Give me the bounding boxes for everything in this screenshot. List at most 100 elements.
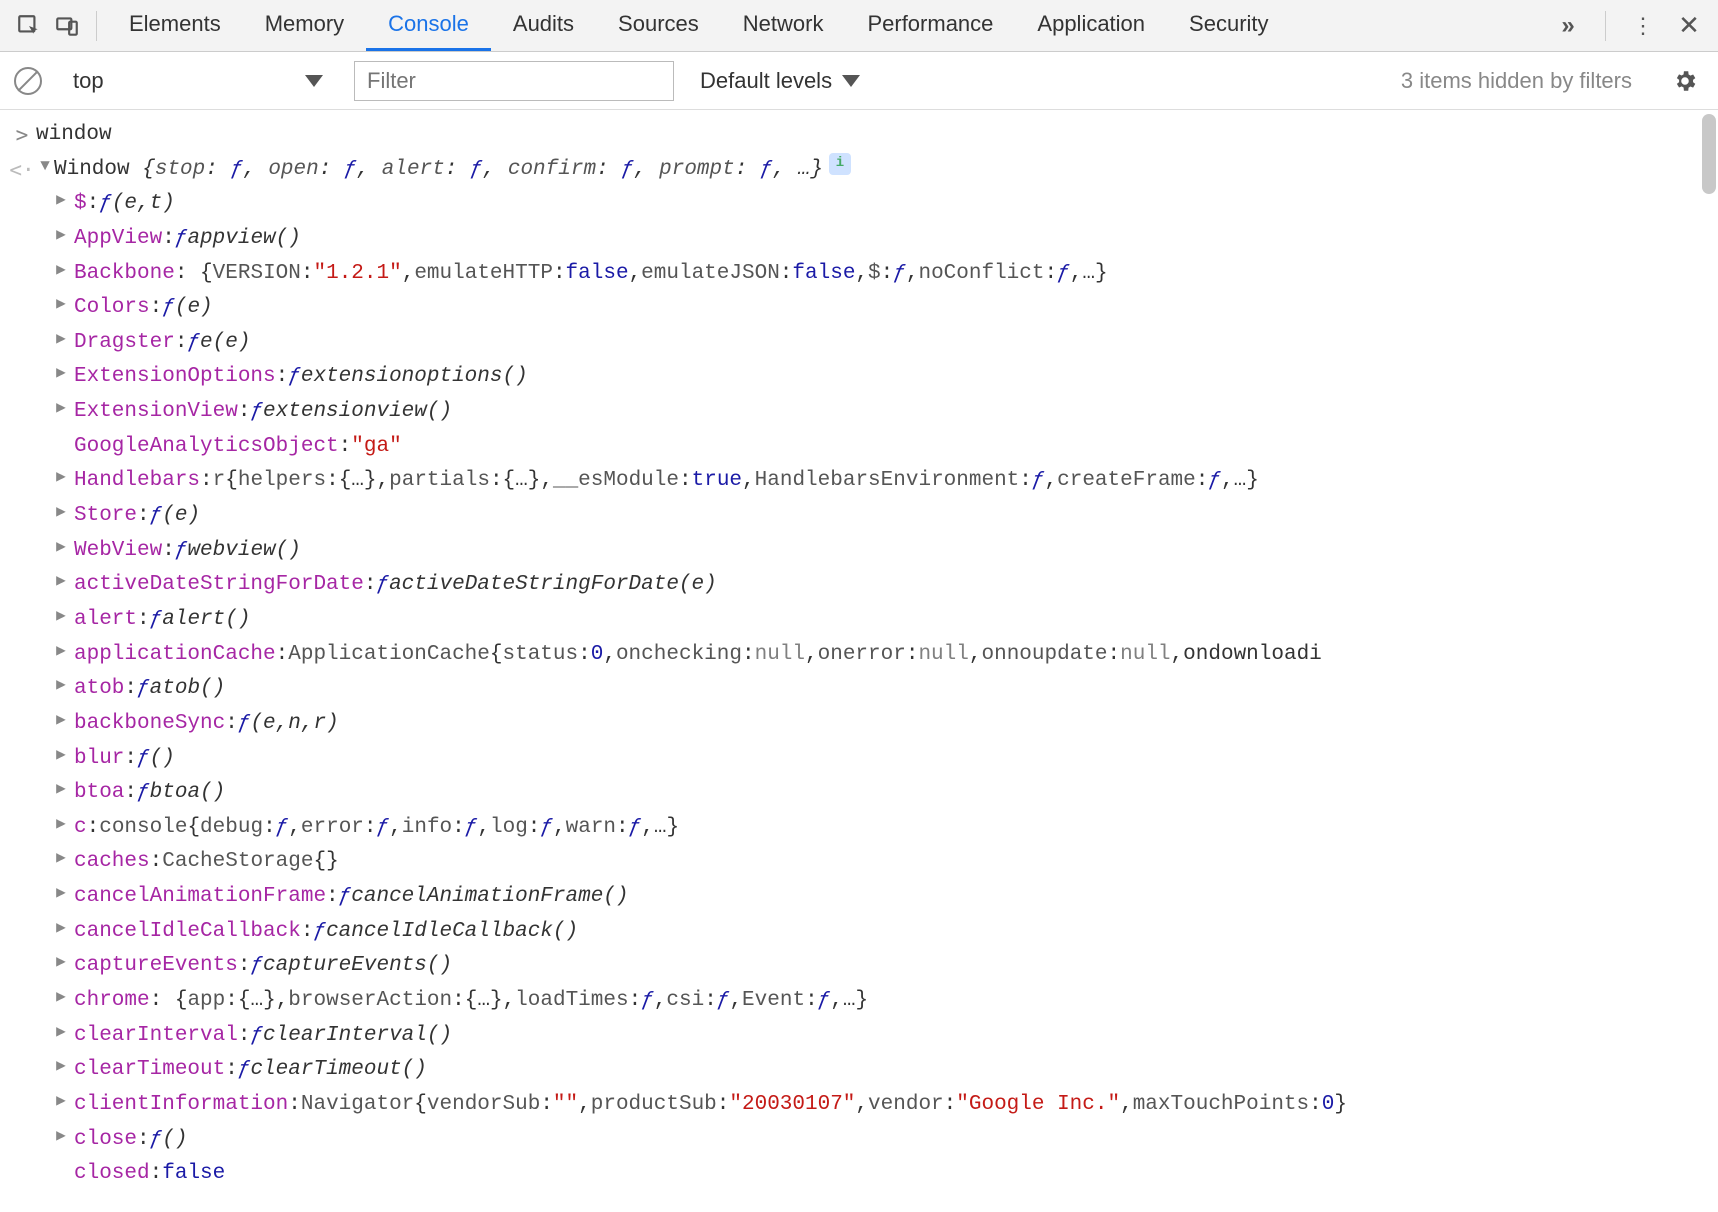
- tab-application[interactable]: Application: [1015, 0, 1167, 51]
- devtools-tabs-bar: ElementsMemoryConsoleAuditsSourcesNetwor…: [0, 0, 1718, 52]
- expand-toggle-icon[interactable]: ▼: [36, 153, 54, 179]
- expand-toggle-icon[interactable]: ▶: [52, 464, 70, 490]
- chevron-down-icon: [842, 75, 860, 87]
- property-name: AppView: [74, 222, 162, 257]
- property-name: Backbone: [74, 257, 175, 292]
- expand-toggle-icon[interactable]: ▶: [52, 707, 70, 733]
- console-output-root[interactable]: <· ▼ Window {stop: ƒ, open: ƒ, alert: ƒ,…: [0, 153, 1718, 188]
- property-row[interactable]: ▶btoa: ƒ btoa(): [52, 776, 1718, 811]
- panel-tabs: ElementsMemoryConsoleAuditsSourcesNetwor…: [107, 0, 1291, 51]
- expand-toggle-icon[interactable]: ▶: [52, 568, 70, 594]
- tab-network[interactable]: Network: [721, 0, 846, 51]
- property-name: $: [74, 187, 87, 222]
- console-input-line[interactable]: > window: [0, 118, 1718, 153]
- property-row[interactable]: ▶$: ƒ (e,t): [52, 187, 1718, 222]
- inspect-element-icon[interactable]: [10, 7, 48, 45]
- log-levels-select[interactable]: Default levels: [690, 62, 870, 100]
- expand-toggle-icon[interactable]: ▶: [52, 672, 70, 698]
- expand-toggle-icon[interactable]: ▶: [52, 811, 70, 837]
- property-row[interactable]: ▶close: ƒ (): [52, 1123, 1718, 1158]
- property-row[interactable]: ▶cancelIdleCallback: ƒ cancelIdleCallbac…: [52, 915, 1718, 950]
- property-row[interactable]: ▶clearInterval: ƒ clearInterval(): [52, 1019, 1718, 1054]
- property-row[interactable]: ▶WebView: ƒ webview(): [52, 534, 1718, 569]
- scrollbar[interactable]: [1700, 110, 1718, 1212]
- expand-toggle-icon[interactable]: ▶: [52, 1019, 70, 1045]
- execution-context-select[interactable]: top: [58, 61, 338, 101]
- expand-toggle-icon[interactable]: ▶: [52, 395, 70, 421]
- tab-performance[interactable]: Performance: [845, 0, 1015, 51]
- tab-console[interactable]: Console: [366, 0, 491, 51]
- expand-toggle-icon[interactable]: ▶: [52, 638, 70, 664]
- property-row[interactable]: ▶clientInformation: Navigator {vendorSub…: [52, 1088, 1718, 1123]
- property-row[interactable]: ▶applicationCache: ApplicationCache {sta…: [52, 638, 1718, 673]
- property-row[interactable]: ▶blur: ƒ (): [52, 742, 1718, 777]
- info-badge-icon[interactable]: i: [829, 153, 851, 175]
- property-row[interactable]: ▶alert: ƒ alert(): [52, 603, 1718, 638]
- close-icon[interactable]: ✕: [1670, 7, 1708, 45]
- console-input-text: window: [36, 118, 112, 153]
- expand-toggle-icon[interactable]: ▶: [52, 984, 70, 1010]
- expand-toggle-icon[interactable]: ▶: [52, 1088, 70, 1114]
- expand-toggle-icon[interactable]: ▶: [52, 187, 70, 213]
- expand-toggle-icon[interactable]: ▶: [52, 1053, 70, 1079]
- property-row[interactable]: ▶Handlebars: r {helpers: {…}, partials: …: [52, 464, 1718, 499]
- property-name: captureEvents: [74, 949, 238, 984]
- console-body[interactable]: > window <· ▼ Window {stop: ƒ, open: ƒ, …: [0, 110, 1718, 1212]
- property-name: Store: [74, 499, 137, 534]
- property-name: c: [74, 811, 87, 846]
- expand-toggle-icon[interactable]: ▶: [52, 326, 70, 352]
- property-name: applicationCache: [74, 638, 276, 673]
- expand-toggle-icon[interactable]: ▶: [52, 776, 70, 802]
- expand-toggle-icon[interactable]: ▶: [52, 360, 70, 386]
- scrollbar-thumb[interactable]: [1702, 114, 1716, 194]
- tab-audits[interactable]: Audits: [491, 0, 596, 51]
- property-row[interactable]: ▶atob: ƒ atob(): [52, 672, 1718, 707]
- property-row[interactable]: ▶c: console {debug: ƒ, error: ƒ, info: ƒ…: [52, 811, 1718, 846]
- expand-toggle-icon[interactable]: ▶: [52, 257, 70, 283]
- kebab-menu-icon[interactable]: ⋮: [1624, 7, 1662, 45]
- tab-security[interactable]: Security: [1167, 0, 1290, 51]
- clear-console-icon[interactable]: [14, 67, 42, 95]
- property-row[interactable]: ▶ExtensionOptions: ƒ extensionoptions(): [52, 360, 1718, 395]
- expand-toggle-icon[interactable]: ▶: [52, 845, 70, 871]
- divider: [96, 11, 97, 41]
- property-row[interactable]: ▶ExtensionView: ƒ extensionview(): [52, 395, 1718, 430]
- device-toggle-icon[interactable]: [48, 7, 86, 45]
- property-row[interactable]: ▶Dragster: ƒ e(e): [52, 326, 1718, 361]
- expand-toggle-icon[interactable]: ▶: [52, 603, 70, 629]
- expand-toggle-icon[interactable]: ▶: [52, 499, 70, 525]
- expand-toggle-icon[interactable]: ▶: [52, 291, 70, 317]
- hidden-items-text: 3 items hidden by filters: [1401, 68, 1632, 94]
- expand-toggle-icon[interactable]: ▶: [52, 949, 70, 975]
- property-row[interactable]: ▶captureEvents: ƒ captureEvents(): [52, 949, 1718, 984]
- expand-toggle-icon[interactable]: ▶: [52, 1123, 70, 1149]
- property-row[interactable]: ▶cancelAnimationFrame: ƒ cancelAnimation…: [52, 880, 1718, 915]
- expand-toggle-icon[interactable]: ▶: [52, 222, 70, 248]
- filter-input[interactable]: [354, 61, 674, 101]
- property-name: activeDateStringForDate: [74, 568, 364, 603]
- property-row[interactable]: ▶activeDateStringForDate: ƒ activeDateSt…: [52, 568, 1718, 603]
- property-row[interactable]: ▶caches: CacheStorage {}: [52, 845, 1718, 880]
- expand-toggle-icon[interactable]: ▶: [52, 880, 70, 906]
- expand-toggle-icon[interactable]: ▶: [52, 742, 70, 768]
- property-row[interactable]: ▶Colors: ƒ (e): [52, 291, 1718, 326]
- tab-elements[interactable]: Elements: [107, 0, 243, 51]
- property-row[interactable]: ▶clearTimeout: ƒ clearTimeout(): [52, 1053, 1718, 1088]
- property-name: btoa: [74, 776, 124, 811]
- property-row[interactable]: GoogleAnalyticsObject: "ga": [52, 430, 1718, 465]
- property-name: clearInterval: [74, 1019, 238, 1054]
- expand-toggle-icon[interactable]: ▶: [52, 534, 70, 560]
- property-row[interactable]: ▶backboneSync: ƒ (e,n,r): [52, 707, 1718, 742]
- property-name: clientInformation: [74, 1088, 288, 1123]
- tab-sources[interactable]: Sources: [596, 0, 721, 51]
- more-tabs-icon[interactable]: »: [1549, 7, 1587, 45]
- property-row[interactable]: closed: false: [52, 1157, 1718, 1192]
- expand-toggle-icon[interactable]: ▶: [52, 915, 70, 941]
- property-name: Colors: [74, 291, 150, 326]
- tab-memory[interactable]: Memory: [243, 0, 366, 51]
- property-row[interactable]: ▶chrome: {app: {…}, browserAction: {…}, …: [52, 984, 1718, 1019]
- property-row[interactable]: ▶Store: ƒ (e): [52, 499, 1718, 534]
- gear-icon[interactable]: [1666, 62, 1704, 100]
- property-row[interactable]: ▶Backbone: {VERSION: "1.2.1", emulateHTT…: [52, 257, 1718, 292]
- property-row[interactable]: ▶AppView: ƒ appview(): [52, 222, 1718, 257]
